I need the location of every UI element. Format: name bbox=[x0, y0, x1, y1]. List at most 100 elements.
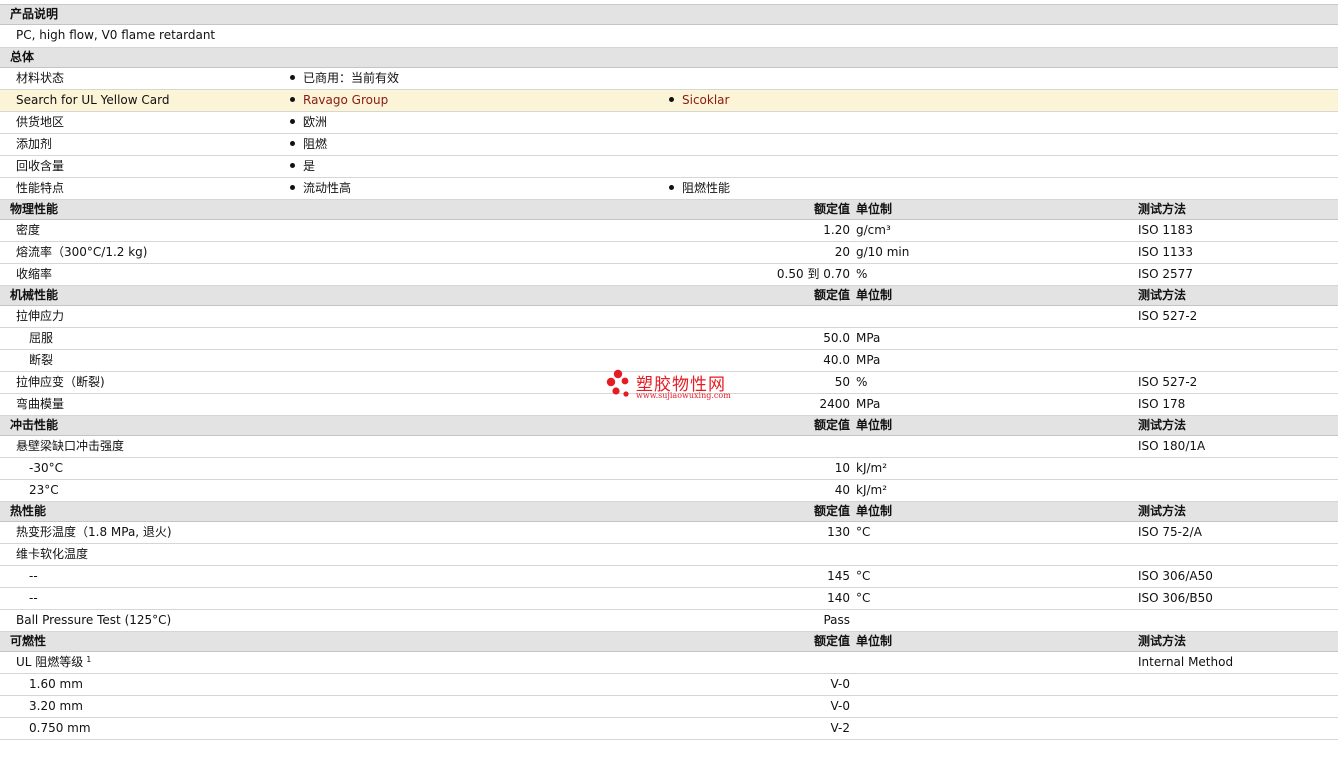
bullet-value: 是 bbox=[290, 156, 315, 177]
bullet-icon bbox=[669, 97, 674, 102]
property-value: 145 bbox=[827, 569, 850, 583]
property-label: Ball Pressure Test (125°C) bbox=[16, 613, 172, 627]
column-header-unit: 单位制 bbox=[856, 202, 893, 216]
property-unit: °C bbox=[856, 591, 871, 605]
section-header-mechanical: 机械性能 额定值 单位制 测试方法 bbox=[0, 286, 1338, 306]
section-title: 冲击性能 bbox=[10, 418, 59, 432]
property-label: 热变形温度（1.8 MPa, 退火) bbox=[16, 525, 172, 539]
section-title: 总体 bbox=[10, 50, 35, 64]
property-unit: g/10 min bbox=[856, 245, 910, 259]
section-header-description: 产品说明 bbox=[0, 5, 1338, 25]
row-label: 添加剂 bbox=[16, 137, 53, 151]
property-unit: kJ/m² bbox=[856, 483, 888, 497]
property-row: Ball Pressure Test (125°C) Pass bbox=[0, 610, 1338, 632]
property-label: 弯曲模量 bbox=[16, 397, 65, 411]
property-label: 维卡软化温度 bbox=[16, 547, 89, 561]
column-header-unit: 单位制 bbox=[856, 504, 893, 518]
column-header-method: 测试方法 bbox=[1138, 288, 1187, 302]
property-method: ISO 180/1A bbox=[1138, 439, 1206, 453]
property-label: 0.750 mm bbox=[29, 721, 91, 735]
property-method: ISO 1183 bbox=[1138, 223, 1193, 237]
bullet-icon bbox=[669, 185, 674, 190]
property-row: 悬壁梁缺口冲击强度 ISO 180/1A bbox=[0, 436, 1338, 458]
property-row: 密度 1.20 g/cm³ ISO 1183 bbox=[0, 220, 1338, 242]
property-value: V-2 bbox=[830, 721, 850, 735]
property-row: 维卡软化温度 bbox=[0, 544, 1338, 566]
property-value: 50 bbox=[834, 375, 850, 389]
ravago-group-link[interactable]: Ravago Group bbox=[290, 90, 388, 111]
property-row: 熔流率（300°C/1.2 kg) 20 g/10 min ISO 1133 bbox=[0, 242, 1338, 264]
property-row: 屈服 50.0 MPa bbox=[0, 328, 1338, 350]
section-title: 可燃性 bbox=[10, 634, 47, 648]
property-unit: kJ/m² bbox=[856, 461, 888, 475]
property-label: 收缩率 bbox=[16, 267, 53, 281]
row-label: 供货地区 bbox=[16, 115, 65, 129]
property-value: 20 bbox=[834, 245, 850, 259]
property-unit: % bbox=[856, 267, 868, 281]
watermark-logo: 塑胶物性网 www.sujiaowuxing.com bbox=[606, 366, 746, 406]
property-label: -- bbox=[29, 591, 38, 605]
property-label: 3.20 mm bbox=[29, 699, 83, 713]
property-label: 屈服 bbox=[29, 331, 54, 345]
property-value: Pass bbox=[823, 613, 850, 627]
property-value: 0.50 到 0.70 bbox=[776, 267, 850, 281]
general-row-ul-yellow-card: Search for UL Yellow Card Ravago Group S… bbox=[0, 90, 1338, 112]
bullet-icon bbox=[290, 75, 295, 80]
property-row: 热变形温度（1.8 MPa, 退火) 130 °C ISO 75-2/A bbox=[0, 522, 1338, 544]
general-row-recycled: 回收含量 是 bbox=[0, 156, 1338, 178]
column-header-method: 测试方法 bbox=[1138, 634, 1187, 648]
property-method: ISO 1133 bbox=[1138, 245, 1193, 259]
row-label: Search for UL Yellow Card bbox=[16, 93, 170, 107]
property-row: 3.20 mm V-0 bbox=[0, 696, 1338, 718]
property-label: 拉伸应力 bbox=[16, 309, 65, 323]
bullet-value: 已商用：当前有效 bbox=[290, 68, 399, 89]
property-method: ISO 178 bbox=[1138, 397, 1186, 411]
property-label: 密度 bbox=[16, 223, 41, 237]
sicoklar-link[interactable]: Sicoklar bbox=[669, 90, 729, 111]
property-row: -- 140 °C ISO 306/B50 bbox=[0, 588, 1338, 610]
property-row: 收缩率 0.50 到 0.70 % ISO 2577 bbox=[0, 264, 1338, 286]
bullet-icon bbox=[290, 97, 295, 102]
bullet-icon bbox=[290, 185, 295, 190]
bullet-value: 阻燃 bbox=[290, 134, 327, 155]
general-row-region: 供货地区 欧洲 bbox=[0, 112, 1338, 134]
description-row: PC, high flow, V0 flame retardant bbox=[0, 25, 1338, 48]
bullet-icon bbox=[290, 119, 295, 124]
column-header-nominal: 额定值 bbox=[813, 504, 850, 518]
column-header-nominal: 额定值 bbox=[813, 202, 850, 216]
bullet-value: 阻燃性能 bbox=[669, 178, 730, 199]
property-value: 10 bbox=[834, 461, 850, 475]
footnote-marker[interactable]: 1 bbox=[86, 655, 91, 664]
section-title: 产品说明 bbox=[10, 7, 59, 21]
property-label: 拉伸应变（断裂) bbox=[16, 375, 105, 389]
column-header-unit: 单位制 bbox=[856, 634, 893, 648]
property-row: 23°C 40 kJ/m² bbox=[0, 480, 1338, 502]
watermark-dots-icon bbox=[606, 369, 629, 397]
property-row: 0.750 mm V-2 bbox=[0, 718, 1338, 740]
bullet-icon bbox=[290, 141, 295, 146]
property-value: 50.0 bbox=[823, 331, 850, 345]
section-header-general: 总体 bbox=[0, 48, 1338, 68]
column-header-nominal: 额定值 bbox=[813, 418, 850, 432]
watermark-url: www.sujiaowuxing.com bbox=[636, 391, 731, 400]
property-unit: % bbox=[856, 375, 868, 389]
property-row: UL 阻燃等级 1 Internal Method bbox=[0, 652, 1338, 674]
column-header-nominal: 额定值 bbox=[813, 634, 850, 648]
property-unit: MPa bbox=[856, 397, 881, 411]
property-unit: g/cm³ bbox=[856, 223, 891, 237]
property-value: 40.0 bbox=[823, 353, 850, 367]
property-label: -30°C bbox=[29, 461, 63, 475]
general-row-features: 性能特点 流动性高 阻燃性能 bbox=[0, 178, 1338, 200]
property-row: 1.60 mm V-0 bbox=[0, 674, 1338, 696]
column-header-unit: 单位制 bbox=[856, 418, 893, 432]
property-method: ISO 527-2 bbox=[1138, 375, 1198, 389]
property-value: 130 bbox=[827, 525, 850, 539]
property-method: ISO 306/A50 bbox=[1138, 569, 1213, 583]
property-row: -30°C 10 kJ/m² bbox=[0, 458, 1338, 480]
property-method: ISO 527-2 bbox=[1138, 309, 1198, 323]
section-title: 物理性能 bbox=[10, 202, 59, 216]
section-title: 热性能 bbox=[10, 504, 47, 518]
section-header-impact: 冲击性能 额定值 单位制 测试方法 bbox=[0, 416, 1338, 436]
row-label: 性能特点 bbox=[16, 181, 65, 195]
property-method: Internal Method bbox=[1138, 655, 1234, 669]
